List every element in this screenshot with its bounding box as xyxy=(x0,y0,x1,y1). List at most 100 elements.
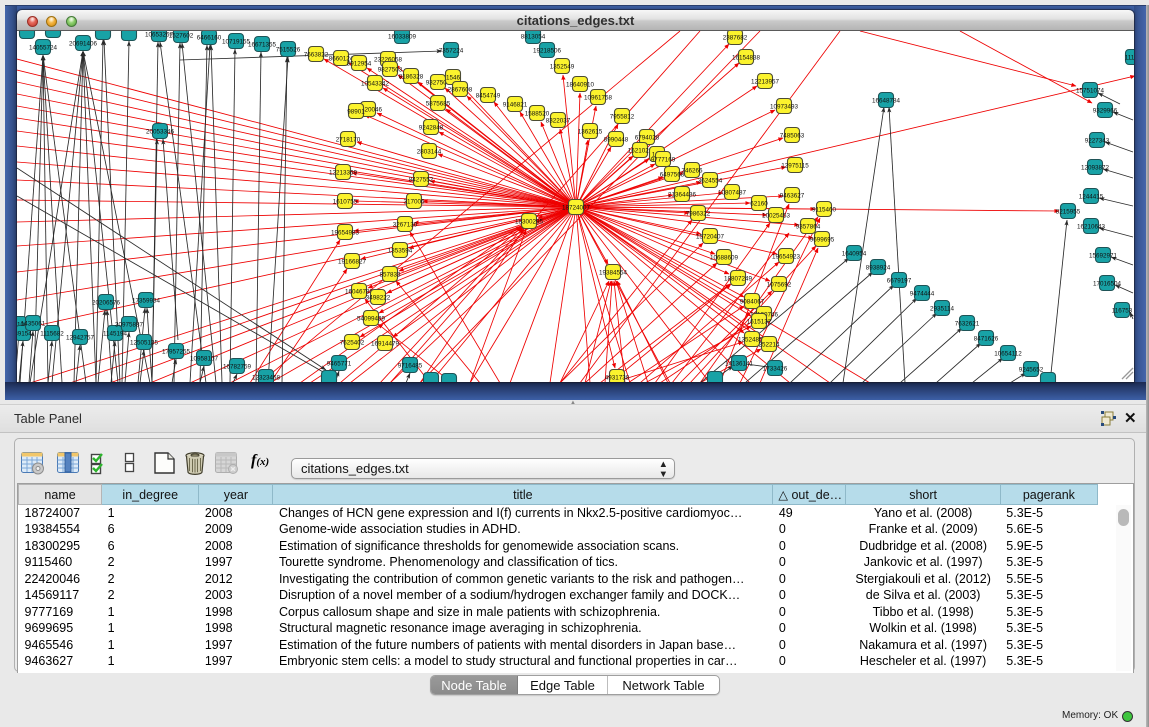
svg-text:16154838: 16154838 xyxy=(732,55,761,62)
svg-text:857833: 857833 xyxy=(379,272,401,279)
svg-text:11172: 11172 xyxy=(1125,55,1134,62)
svg-text:17016504: 17016504 xyxy=(1093,281,1122,288)
svg-text:9245652: 9245652 xyxy=(1019,367,1044,374)
svg-text:2867608: 2867608 xyxy=(448,87,473,94)
svg-text:16782759: 16782759 xyxy=(223,364,252,371)
svg-text:9227343: 9227343 xyxy=(1085,138,1110,145)
svg-text:317006: 317006 xyxy=(403,199,425,206)
svg-text:9465771: 9465771 xyxy=(327,361,352,368)
svg-text:18724007: 18724007 xyxy=(562,205,591,212)
svg-text:8427552: 8427552 xyxy=(409,177,434,184)
svg-text:7632621: 7632621 xyxy=(955,321,980,328)
svg-text:1362615: 1362615 xyxy=(578,129,603,136)
svg-text:7357224: 7357224 xyxy=(439,48,464,55)
svg-text:6794028: 6794028 xyxy=(635,135,660,142)
svg-text:7625402: 7625402 xyxy=(340,340,365,347)
svg-text:8186328: 8186328 xyxy=(399,74,424,81)
svg-text:20206576: 20206576 xyxy=(92,300,121,307)
svg-text:21364436: 21364436 xyxy=(668,192,697,199)
svg-text:10543342: 10543342 xyxy=(361,81,390,88)
svg-text:7955812: 7955812 xyxy=(610,114,635,121)
svg-text:15692971: 15692971 xyxy=(1089,253,1118,260)
svg-text:4931738: 4931738 xyxy=(605,375,630,382)
svg-text:12323468: 12323468 xyxy=(252,375,281,382)
svg-text:20691406: 20691406 xyxy=(69,41,98,48)
svg-text:1115682: 1115682 xyxy=(40,331,64,338)
svg-text:10973493: 10973493 xyxy=(770,104,799,111)
svg-text:17359934: 17359934 xyxy=(132,298,161,305)
svg-text:9242848: 9242848 xyxy=(419,125,444,132)
svg-text:9115460: 9115460 xyxy=(812,207,837,214)
svg-text:18300295: 18300295 xyxy=(515,219,544,226)
svg-text:1640954: 1640954 xyxy=(842,251,867,258)
svg-text:1527602: 1527602 xyxy=(169,33,194,40)
svg-text:10807487: 10807487 xyxy=(718,190,747,197)
svg-text:19654983: 19654983 xyxy=(331,230,360,237)
svg-text:8322037: 8322037 xyxy=(546,118,571,125)
svg-text:15720407: 15720407 xyxy=(696,234,725,241)
svg-text:9827503: 9827503 xyxy=(378,67,403,74)
svg-text:19166827: 19166827 xyxy=(338,259,367,266)
svg-text:7515526: 7515526 xyxy=(276,47,301,54)
svg-text:6679197: 6679197 xyxy=(887,278,912,285)
svg-text:2803144: 2803144 xyxy=(417,149,442,156)
svg-text:12505135: 12505135 xyxy=(130,340,159,347)
svg-text:1244415: 1244415 xyxy=(1079,194,1104,201)
svg-text:12213369: 12213369 xyxy=(329,170,358,177)
svg-text:9146821: 9146821 xyxy=(503,102,528,109)
svg-text:98901: 98901 xyxy=(347,109,365,116)
svg-text:7485063: 7485063 xyxy=(780,133,805,140)
svg-text:16671355: 16671355 xyxy=(248,42,277,49)
svg-text:1353594: 1353594 xyxy=(388,248,413,255)
svg-text:18640910: 18640910 xyxy=(566,82,595,89)
svg-text:8215955: 8215955 xyxy=(1056,209,1081,216)
svg-text:10025453: 10025453 xyxy=(762,213,791,220)
svg-text:62160: 62160 xyxy=(750,201,768,208)
svg-text:1733426: 1733426 xyxy=(763,366,788,373)
svg-text:9474444: 9474444 xyxy=(910,291,935,298)
svg-text:1075692: 1075692 xyxy=(767,282,792,289)
svg-text:7986322: 7986322 xyxy=(686,211,711,218)
svg-text:8912954: 8912954 xyxy=(347,61,372,68)
svg-text:746266: 746266 xyxy=(681,168,703,175)
svg-text:8471626: 8471626 xyxy=(974,336,999,343)
svg-text:1610755: 1610755 xyxy=(333,199,358,206)
svg-text:3498222: 3498222 xyxy=(366,295,391,302)
svg-text:16648784: 16648784 xyxy=(872,98,901,105)
svg-text:10719155: 10719155 xyxy=(222,39,251,46)
svg-text:1546: 1546 xyxy=(446,75,461,82)
svg-text:116753: 116753 xyxy=(1112,308,1133,315)
svg-text:8454749: 8454749 xyxy=(476,93,501,100)
svg-text:5875685: 5875685 xyxy=(426,101,451,108)
svg-text:12093872: 12093872 xyxy=(1081,165,1110,172)
svg-text:30975887: 30975887 xyxy=(115,322,144,329)
svg-text:9084067: 9084067 xyxy=(740,299,765,306)
svg-text:14136141: 14136141 xyxy=(725,361,754,368)
svg-text:15751074: 15751074 xyxy=(1076,88,1105,95)
svg-text:19384554: 19384554 xyxy=(599,270,628,277)
svg-text:2387682: 2387682 xyxy=(723,35,748,42)
svg-text:12213957: 12213957 xyxy=(751,79,780,86)
svg-text:6466160: 6466160 xyxy=(197,35,222,42)
svg-text:20053346: 20053346 xyxy=(146,129,175,136)
svg-text:9329966: 9329966 xyxy=(1093,108,1118,115)
svg-text:19218506: 19218506 xyxy=(533,48,562,55)
svg-text:10958107: 10958107 xyxy=(190,356,219,363)
svg-text:12975115: 12975115 xyxy=(781,163,809,170)
svg-text:9699695: 9699695 xyxy=(810,237,835,244)
svg-text:14055724: 14055724 xyxy=(29,45,58,52)
svg-text:3624554: 3624554 xyxy=(698,178,723,185)
svg-text:9463627: 9463627 xyxy=(780,193,805,200)
svg-text:8938924: 8938924 xyxy=(866,265,891,272)
svg-text:17957255: 17957255 xyxy=(162,349,191,356)
svg-text:39154: 39154 xyxy=(17,331,32,338)
svg-text:2718170: 2718170 xyxy=(336,137,361,144)
svg-text:1435061: 1435061 xyxy=(21,321,46,328)
svg-text:12942757: 12942757 xyxy=(66,335,95,342)
svg-text:7663822: 7663822 xyxy=(304,52,329,59)
svg-text:1588520: 1588520 xyxy=(525,111,550,118)
svg-text:9716485: 9716485 xyxy=(398,363,423,370)
svg-text:54099489: 54099489 xyxy=(357,316,386,323)
svg-text:16914479: 16914479 xyxy=(371,341,400,348)
svg-text:252214: 252214 xyxy=(758,342,780,349)
